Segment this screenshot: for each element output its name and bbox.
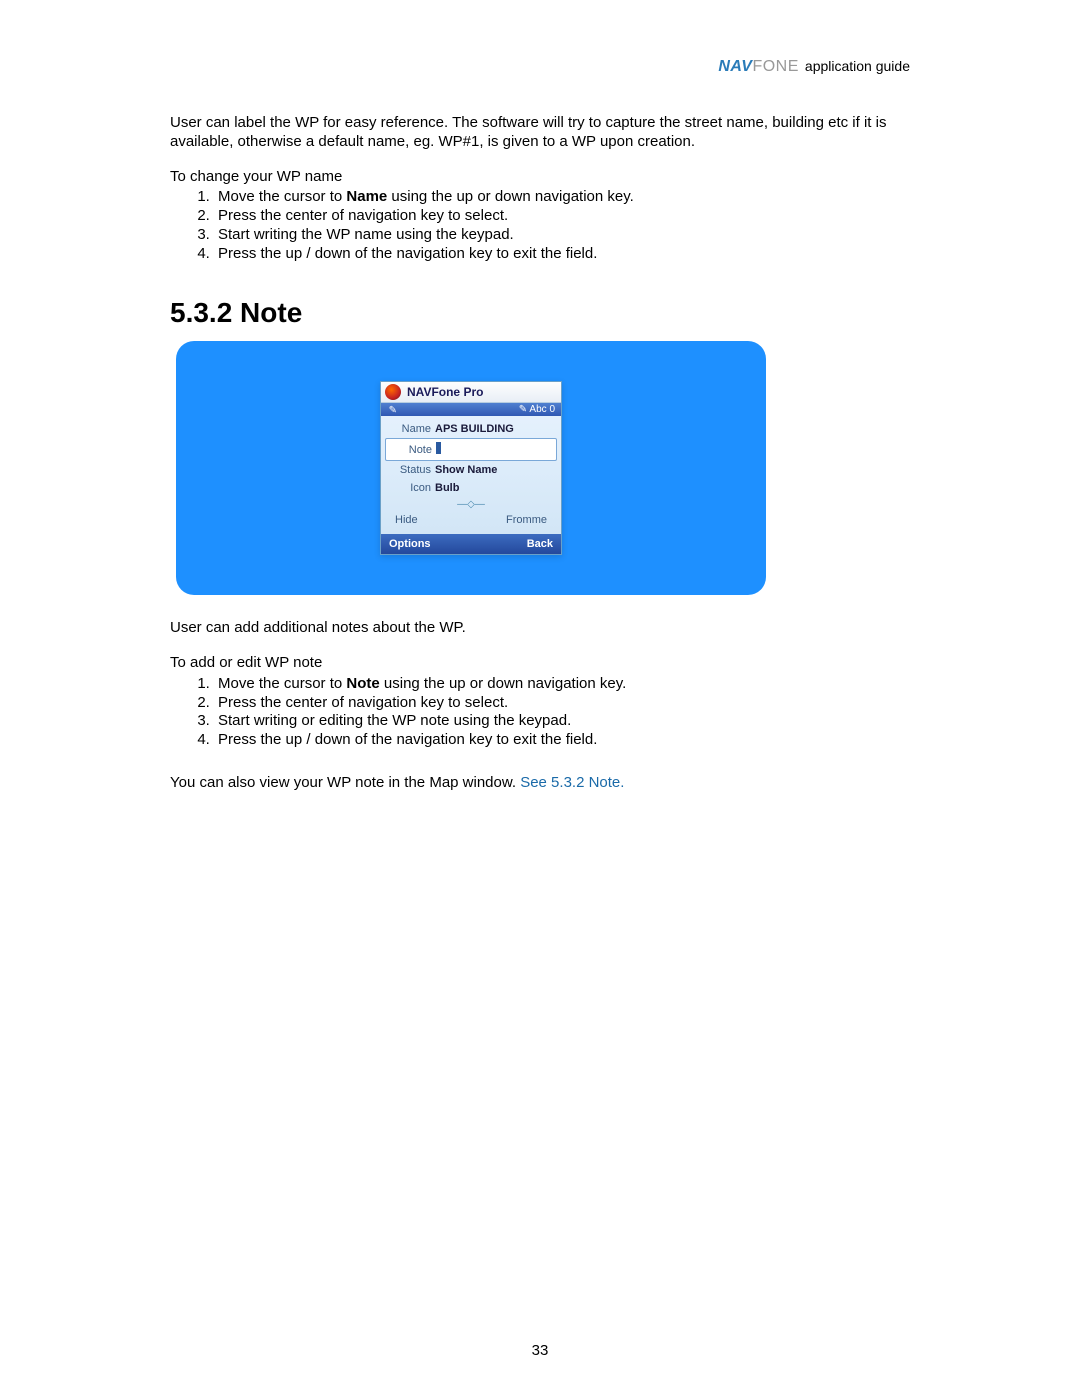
closing-paragraph: You can also view your WP note in the Ma… <box>170 774 910 793</box>
row-icon: Icon Bulb <box>385 479 557 497</box>
after-paragraph-1: User can add additional notes about the … <box>170 619 910 638</box>
phone-status-bar: ✎ ✎ Abc 0 <box>381 403 561 416</box>
add-note-steps: Move the cursor to Note using the up or … <box>170 675 910 750</box>
step-1-bold: Name <box>346 188 387 205</box>
label-name: Name <box>387 423 431 435</box>
page-number: 33 <box>0 1342 1080 1359</box>
text-cursor <box>436 442 441 454</box>
change-name-lead: To change your WP name <box>170 168 910 187</box>
add-step-1: Move the cursor to Note using the up or … <box>214 675 910 694</box>
logo-fone-part: FONE <box>752 58 798 75</box>
hide-label: Hide <box>395 514 418 526</box>
section-heading: 5.3.2 Note <box>170 297 910 329</box>
divider: —◇— <box>385 497 557 512</box>
value-name: APS BUILDING <box>435 423 514 435</box>
pencil-mode-icon: ✎ <box>519 404 527 415</box>
phone-screenshot: NAVFone Pro ✎ ✎ Abc 0 Name APS BUILDING … <box>380 381 562 555</box>
label-status: Status <box>387 464 431 476</box>
phone-titlebar: NAVFone Pro <box>381 382 561 403</box>
battery-indicator: 0 <box>549 404 555 415</box>
step-1-post: using the up or down navigation key. <box>387 188 634 205</box>
softkey-back[interactable]: Back <box>527 538 553 550</box>
logo-nav-part: NAV <box>718 58 752 75</box>
value-status: Show Name <box>435 464 497 476</box>
row-hide-fromme: Hide Fromme <box>385 512 557 534</box>
fromme-label: Fromme <box>506 514 547 526</box>
add-note-lead: To add or edit WP note <box>170 654 910 673</box>
app-icon <box>385 384 401 400</box>
change-name-steps: Move the cursor to Name using the up or … <box>170 188 910 263</box>
step-2: Press the center of navigation key to se… <box>214 207 910 226</box>
intro-paragraph: User can label the WP for easy reference… <box>170 114 910 152</box>
label-note: Note <box>388 444 432 456</box>
screenshot-frame: NAVFone Pro ✎ ✎ Abc 0 Name APS BUILDING … <box>176 341 766 595</box>
add-step-1-post: using the up or down navigation key. <box>380 675 627 692</box>
see-note-link[interactable]: See 5.3.2 Note. <box>520 774 624 791</box>
logo: NAVFONE <box>718 58 799 76</box>
phone-softkeys: Options Back <box>381 534 561 554</box>
phone-app-title: NAVFone Pro <box>407 385 483 399</box>
value-note[interactable] <box>436 442 441 457</box>
label-icon: Icon <box>387 482 431 494</box>
value-icon: Bulb <box>435 482 459 494</box>
edit-indicator-icon: ✎ <box>387 405 397 415</box>
row-status: Status Show Name <box>385 461 557 479</box>
step-3: Start writing the WP name using the keyp… <box>214 226 910 245</box>
phone-form: Name APS BUILDING Note Status Show Name … <box>381 416 561 534</box>
closing-text: You can also view your WP note in the Ma… <box>170 774 520 791</box>
page-header: NAVFONE application guide <box>170 58 910 76</box>
step-1: Move the cursor to Name using the up or … <box>214 188 910 207</box>
softkey-options[interactable]: Options <box>389 538 431 550</box>
step-4: Press the up / down of the navigation ke… <box>214 245 910 264</box>
add-step-1-bold: Note <box>346 675 379 692</box>
row-name: Name APS BUILDING <box>385 420 557 438</box>
add-step-4: Press the up / down of the navigation ke… <box>214 731 910 750</box>
add-step-3: Start writing or editing the WP note usi… <box>214 712 910 731</box>
header-subtitle: application guide <box>805 58 910 74</box>
input-mode: Abc <box>529 404 546 415</box>
add-step-1-pre: Move the cursor to <box>218 675 346 692</box>
add-step-2: Press the center of navigation key to se… <box>214 694 910 713</box>
row-note[interactable]: Note <box>385 438 557 461</box>
step-1-pre: Move the cursor to <box>218 188 346 205</box>
